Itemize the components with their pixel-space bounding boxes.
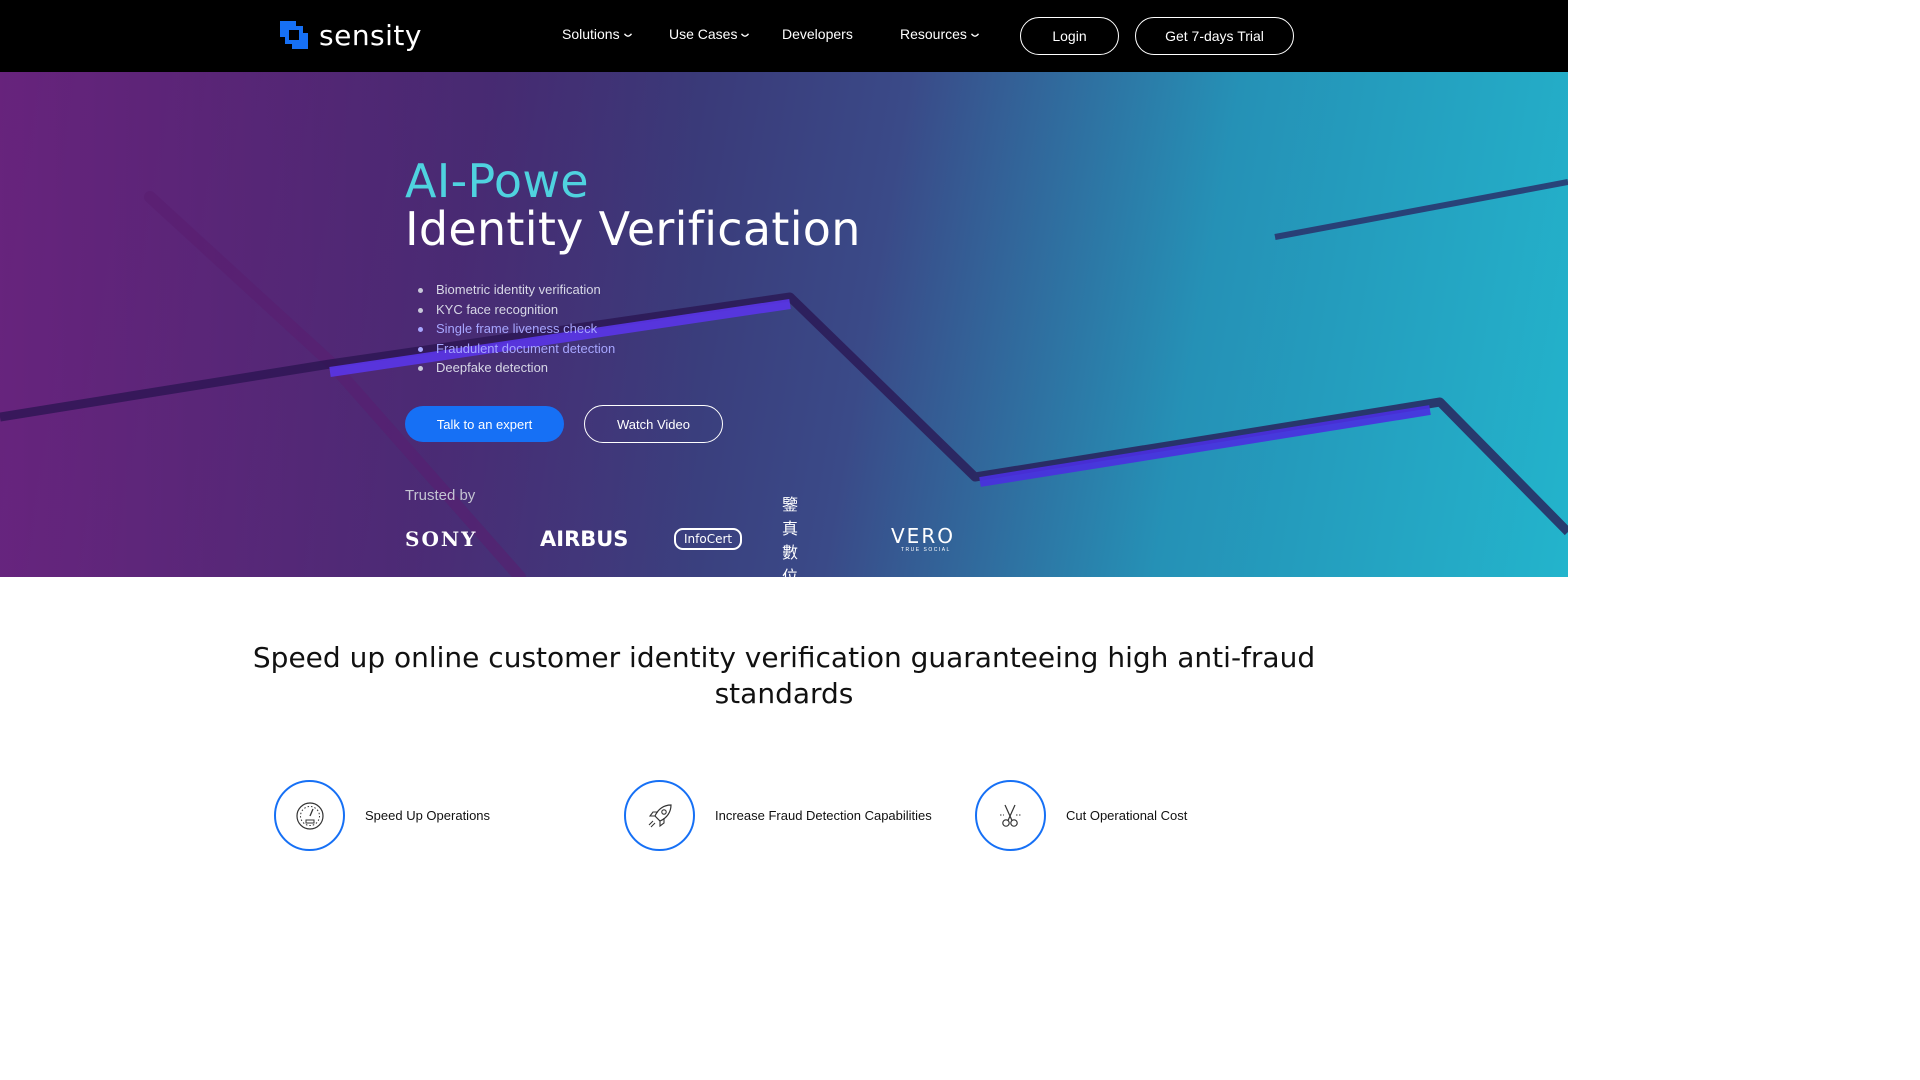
chevron-down-icon <box>741 33 750 37</box>
sensity-logo-icon <box>278 19 310 51</box>
benefit-fraud-detection: Increase Fraud Detection Capabilities <box>624 780 932 851</box>
benefit-cut-cost: Cut Operational Cost <box>975 780 1187 851</box>
speedometer-icon <box>274 780 345 851</box>
hero-title-accent: AI-Powe <box>405 154 589 208</box>
section-headline-line2: standards <box>714 677 854 710</box>
benefit-label: Increase Fraud Detection Capabilities <box>715 808 932 823</box>
infocert-logo: InfoCert <box>674 522 743 556</box>
airbus-logo: AIRBUS <box>540 527 629 551</box>
nav-use-cases-label: Use Cases <box>669 26 738 42</box>
infocert-logo-text: InfoCert <box>674 528 743 550</box>
section-headline: Speed up online customer identity verifi… <box>0 640 1568 712</box>
trial-button[interactable]: Get 7-days Trial <box>1135 17 1294 55</box>
nav-developers[interactable]: Developers <box>782 26 853 42</box>
login-button[interactable]: Login <box>1020 17 1119 55</box>
feature-item: Fraudulent document detection <box>418 339 615 359</box>
feature-item: Biometric identity verification <box>418 280 615 300</box>
sensity-logo[interactable]: sensity <box>278 18 422 52</box>
vero-logo: VERO TRUE SOCIAL <box>891 522 955 556</box>
watch-video-button[interactable]: Watch Video <box>584 405 723 443</box>
benefit-label: Cut Operational Cost <box>1066 808 1188 823</box>
nav-resources-label: Resources <box>900 26 967 42</box>
nav-developers-label: Developers <box>782 26 853 42</box>
section-headline-line1: Speed up online customer identity verifi… <box>252 641 1316 674</box>
hero-section: AI-Powe Identity Verification Biometric … <box>0 72 1568 577</box>
feature-item: KYC face recognition <box>418 300 615 320</box>
nav-solutions[interactable]: Solutions <box>562 26 632 42</box>
feature-list: Biometric identity verification KYC face… <box>418 280 615 378</box>
vero-logo-text: VERO <box>891 523 955 548</box>
logo-text: sensity <box>319 18 422 52</box>
cn-brand-logo: 鑒真數位 <box>782 495 799 577</box>
vero-logo-subtext: TRUE SOCIAL <box>901 546 951 553</box>
feature-item: Single frame liveness check <box>418 319 615 339</box>
sony-logo: SONY <box>405 527 478 551</box>
talk-to-expert-button[interactable]: Talk to an expert <box>405 406 564 442</box>
rocket-icon <box>624 780 695 851</box>
chevron-down-icon <box>623 33 632 37</box>
trusted-by-label: Trusted by <box>405 487 476 504</box>
nav-use-cases[interactable]: Use Cases <box>669 26 750 42</box>
hero-title-main: Identity Verification <box>405 202 861 256</box>
nav-resources[interactable]: Resources <box>900 26 979 42</box>
scissors-icon <box>975 780 1046 851</box>
feature-item: Deepfake detection <box>418 358 615 378</box>
chevron-down-icon <box>970 33 979 37</box>
nav-solutions-label: Solutions <box>562 26 620 42</box>
benefit-label: Speed Up Operations <box>365 808 491 823</box>
benefit-speed-up: Speed Up Operations <box>274 780 490 851</box>
top-navigation: sensity Solutions Use Cases Developers R… <box>0 0 1568 72</box>
